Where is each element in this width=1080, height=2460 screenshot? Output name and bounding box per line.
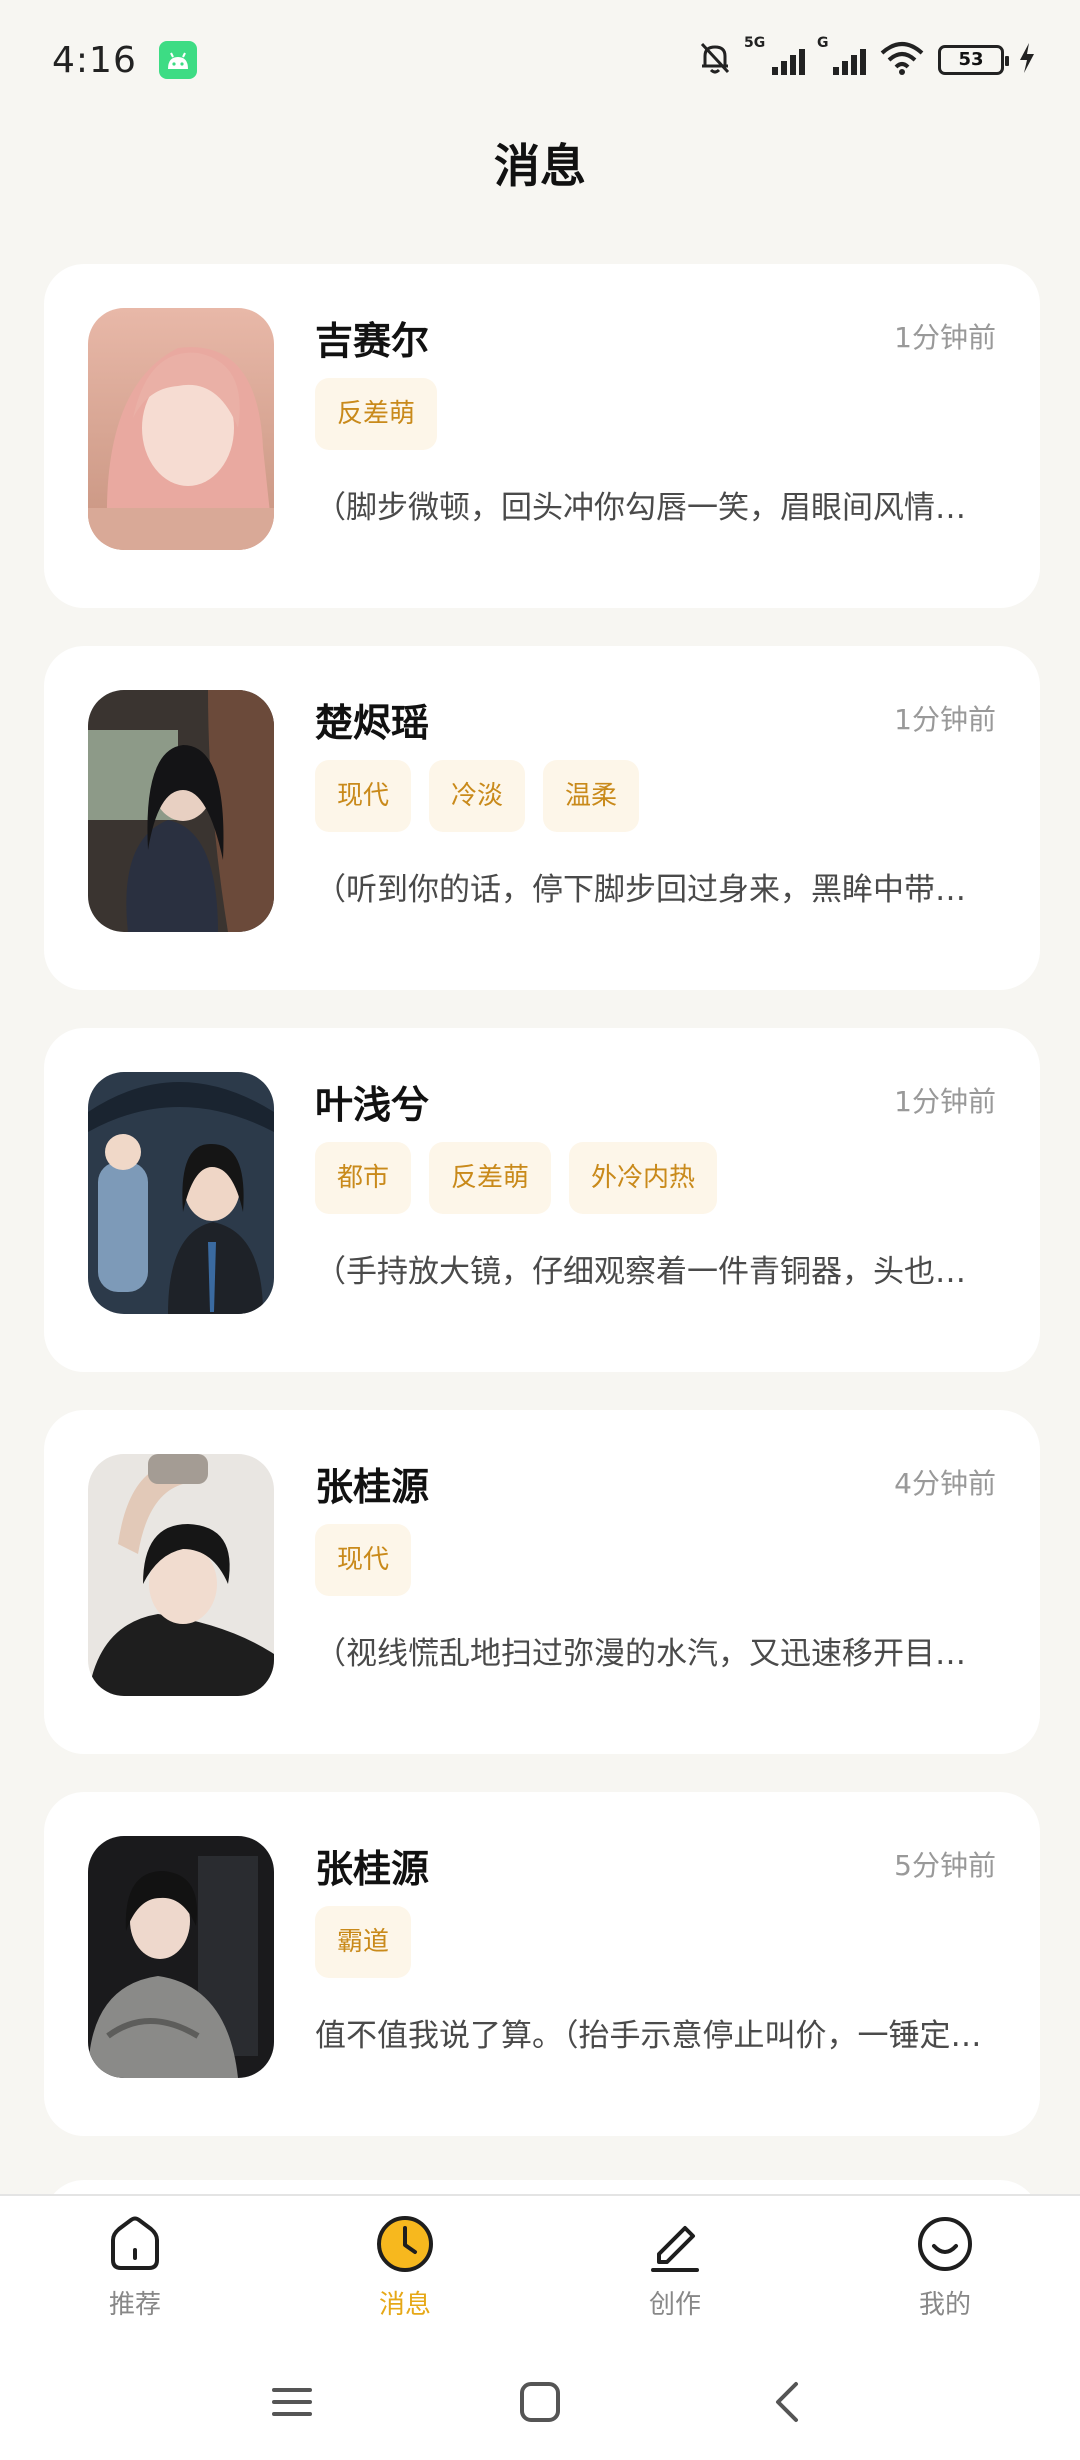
avatar — [88, 1454, 274, 1696]
nav-item-messages[interactable]: 消息 — [270, 2196, 540, 2344]
tag: 都市 — [315, 1142, 412, 1214]
chat-time: 4分钟前 — [894, 1467, 996, 1500]
edit-icon — [651, 2226, 699, 2272]
menu-icon[interactable] — [268, 2378, 316, 2426]
chat-card[interactable]: 张桂源 4分钟前 现代 （视线慌乱地扫过弥漫的水汽，又迅速移开目光） — [44, 1410, 1040, 1754]
status-right: 5G G 53 — [698, 35, 1036, 80]
nav-label: 推荐 — [108, 2290, 161, 2320]
status-left: 4:16 — [52, 40, 197, 81]
chat-preview: （脚步微顿，回头冲你勾唇一笑，眉眼间风情万种） — [315, 490, 995, 526]
avatar — [88, 690, 274, 932]
nav-label: 我的 — [918, 2290, 971, 2320]
nav-label: 创作 — [648, 2290, 701, 2320]
smile-icon — [918, 2217, 972, 2271]
tag-list: 霸道 — [315, 1906, 412, 1978]
charging-icon — [1018, 43, 1036, 77]
chat-name: 张桂源 — [315, 1847, 430, 1891]
chat-card[interactable]: 楚烬瑶 1分钟前 现代 冷淡 温柔 （听到你的话，停下脚步回过身来，黑眸中带着几… — [44, 646, 1040, 990]
chat-card[interactable]: 张桂源 5分钟前 霸道 值不值我说了算。（抬手示意停止叫价，一锤定音） — [44, 1792, 1040, 2136]
chat-name: 叶浅兮 — [315, 1083, 430, 1127]
home-square-icon[interactable] — [516, 2378, 564, 2426]
nav-item-recommend[interactable]: 推荐 — [0, 2196, 270, 2344]
chat-card[interactable]: 叶浅兮 1分钟前 都市 反差萌 外冷内热 （手持放大镜，仔细观察着一件青铜器，头… — [44, 1028, 1040, 1372]
tag: 现代 — [315, 1524, 412, 1596]
tag: 冷淡 — [429, 760, 526, 832]
tag-list: 反差萌 — [315, 378, 438, 450]
chat-preview: （视线慌乱地扫过弥漫的水汽，又迅速移开目光） — [315, 1636, 995, 1672]
tag: 霸道 — [315, 1906, 412, 1978]
status-time: 4:16 — [52, 39, 137, 81]
tag: 外冷内热 — [569, 1142, 718, 1214]
tag: 现代 — [315, 760, 412, 832]
chat-time: 1分钟前 — [894, 703, 996, 736]
tag-list: 都市 反差萌 外冷内热 — [315, 1142, 718, 1214]
chat-name: 楚烬瑶 — [315, 701, 430, 745]
home-icon — [111, 2216, 159, 2270]
chat-time: 1分钟前 — [894, 321, 996, 354]
avatar — [88, 1836, 274, 2078]
tag: 反差萌 — [315, 378, 438, 450]
nav-item-profile[interactable]: 我的 — [810, 2196, 1080, 2344]
clock-icon — [377, 2216, 433, 2272]
nav-label: 消息 — [378, 2290, 431, 2320]
signal-g-icon: G — [817, 35, 866, 75]
android-icon — [158, 41, 197, 79]
nav-item-create[interactable]: 创作 — [540, 2196, 810, 2344]
tag-list: 现代 — [315, 1524, 412, 1596]
bottom-nav: 推荐 消息 创作 我的 — [0, 2194, 1080, 2344]
chat-preview: 值不值我说了算。（抬手示意停止叫价，一锤定音） — [315, 2018, 995, 2054]
chat-time: 5分钟前 — [894, 1849, 996, 1882]
bell-muted-icon — [698, 40, 732, 80]
chat-name: 张桂源 — [315, 1465, 430, 1509]
signal-5g-icon: 5G — [744, 35, 805, 75]
status-bar: 4:16 5G G 53 — [0, 0, 1080, 120]
avatar — [88, 1072, 274, 1314]
chat-preview: （听到你的话，停下脚步回过身来，黑眸中带着几分疑惑） — [315, 872, 995, 908]
page-title: 消息 — [494, 139, 586, 193]
battery-icon: 53 — [938, 45, 1009, 75]
app-screen: 4:16 5G G 53 消息 吉赛尔 1分钟前 反差萌 （脚步微顿，回头冲你勾… — [0, 0, 1080, 2460]
tag-list: 现代 冷淡 温柔 — [315, 760, 640, 832]
avatar — [88, 308, 274, 550]
system-nav — [0, 2344, 1080, 2460]
chat-time: 1分钟前 — [894, 1085, 996, 1118]
tag: 反差萌 — [429, 1142, 552, 1214]
wifi-icon — [880, 41, 924, 79]
chat-list: 吉赛尔 1分钟前 反差萌 （脚步微顿，回头冲你勾唇一笑，眉眼间风情万种） 楚烬瑶 — [44, 264, 1040, 2174]
chat-preview: （手持放大镜，仔细观察着一件青铜器，头也不抬） — [315, 1254, 995, 1290]
chat-card[interactable]: 吉赛尔 1分钟前 反差萌 （脚步微顿，回头冲你勾唇一笑，眉眼间风情万种） — [44, 264, 1040, 608]
chat-name: 吉赛尔 — [315, 319, 430, 363]
back-icon[interactable] — [764, 2378, 812, 2426]
tag: 温柔 — [543, 760, 640, 832]
